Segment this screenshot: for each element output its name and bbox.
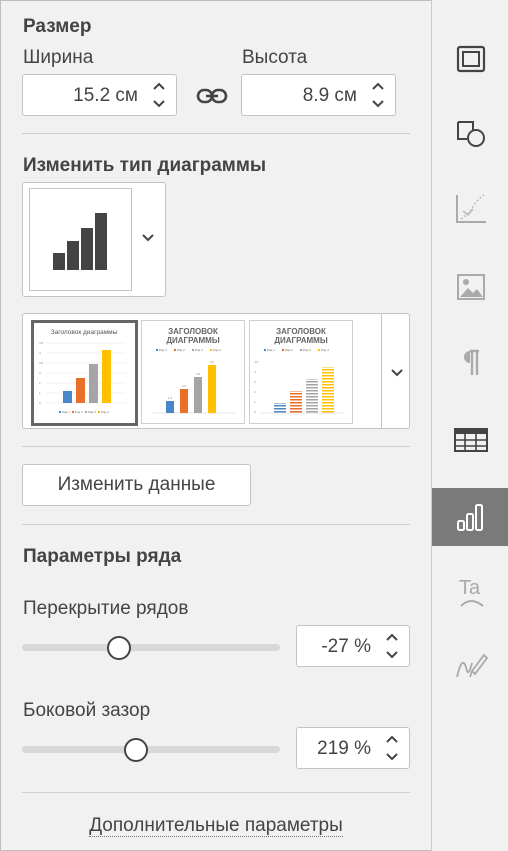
divider	[22, 133, 410, 134]
svg-text:ЗАГОЛОВОК: ЗАГОЛОВОК	[276, 327, 326, 336]
chevron-down-icon[interactable]	[139, 231, 157, 243]
svg-text:ДИАГРАММЫ: ДИАГРАММЫ	[274, 336, 328, 345]
chart-style-1-title: Заголовок диаграммы	[51, 329, 118, 336]
svg-text:1: 1	[39, 391, 41, 395]
svg-text:ДИАГРАММЫ: ДИАГРАММЫ	[166, 336, 220, 345]
svg-text:2,5: 2,5	[182, 384, 187, 388]
gap-value: 219 %	[317, 738, 371, 759]
svg-text:Ряд 4: Ряд 4	[101, 410, 109, 414]
svg-text:3,5: 3,5	[196, 372, 201, 376]
overlap-slider-thumb[interactable]	[107, 636, 131, 660]
series-section-title: Параметры ряда	[23, 546, 182, 567]
svg-text:1,5: 1,5	[168, 396, 173, 400]
height-input[interactable]: 8.9 см	[241, 74, 396, 116]
height-label: Высота	[242, 47, 308, 68]
divider	[22, 446, 410, 447]
text-art-icon	[432, 183, 508, 235]
divider	[22, 792, 410, 793]
gallery-expand-button[interactable]	[381, 314, 411, 428]
svg-text:ЗАГОЛОВОК: ЗАГОЛОВОК	[168, 327, 218, 336]
svg-text:4,5: 4,5	[210, 360, 215, 364]
svg-text:Ряд 2: Ряд 2	[75, 410, 83, 414]
table-settings-icon[interactable]	[432, 414, 508, 466]
chart-type-dropdown[interactable]	[22, 182, 166, 297]
overlap-slider[interactable]	[22, 644, 280, 651]
gap-label: Боковой зазор	[23, 700, 151, 721]
image-settings-icon	[432, 261, 508, 313]
svg-text:0: 0	[254, 410, 256, 414]
gap-input[interactable]: 219 %	[296, 727, 410, 769]
svg-text:2: 2	[254, 390, 256, 394]
gap-slider-thumb[interactable]	[124, 738, 148, 762]
svg-text:Ряд 1: Ряд 1	[159, 348, 167, 352]
svg-text:0: 0	[39, 401, 41, 405]
svg-text:2: 2	[39, 381, 41, 385]
gap-stepper[interactable]	[383, 732, 401, 764]
svg-text:3: 3	[39, 371, 41, 375]
svg-text:Ta: Ta	[459, 577, 481, 599]
svg-text:Ряд 4: Ряд 4	[213, 348, 221, 352]
chart-style-gallery: Заголовок диаграммы 4,5 4 3,5 3 2 1 0 Ряд 1 Ря…	[22, 313, 410, 429]
overlap-value: -27 %	[321, 636, 371, 657]
edit-data-button[interactable]: Изменить данные	[22, 464, 251, 506]
chart-settings-panel: Размер Ширина Высота 15.2 см 8.9 см Изме…	[0, 0, 432, 851]
chart-style-3[interactable]: ЗАГОЛОВОК ДИАГРАММЫ Ряд 1 Ряд 2 Ряд 3 Ря…	[249, 320, 353, 424]
paragraph-settings-icon	[432, 337, 508, 389]
svg-text:1: 1	[254, 400, 256, 404]
advanced-settings-link[interactable]: Дополнительные параметры	[0, 815, 432, 837]
svg-text:Ряд 3: Ряд 3	[88, 410, 96, 414]
chart-style-1[interactable]: Заголовок диаграммы 4,5 4 3,5 3 2 1 0 Ряд 1 Ря…	[31, 320, 138, 426]
shape-settings-icon[interactable]	[432, 108, 508, 160]
column-chart-icon	[53, 213, 107, 270]
height-value: 8.9 см	[302, 85, 357, 106]
svg-text:Ряд 3: Ряд 3	[195, 348, 203, 352]
divider	[22, 524, 410, 525]
svg-text:4: 4	[254, 370, 256, 374]
svg-text:Ряд 4: Ряд 4	[321, 348, 329, 352]
width-label: Ширина	[23, 47, 94, 68]
overlap-stepper[interactable]	[383, 630, 401, 662]
svg-text:3: 3	[254, 380, 256, 384]
advanced-settings-link-text[interactable]: Дополнительные параметры	[89, 815, 343, 837]
chart-settings-icon[interactable]	[432, 488, 508, 546]
width-value: 15.2 см	[73, 85, 138, 106]
signature-settings-icon	[432, 640, 508, 692]
chart-type-preview	[29, 188, 132, 291]
svg-text:4,5: 4,5	[39, 341, 44, 345]
overlap-label: Перекрытие рядов	[23, 598, 189, 619]
chart-style-2[interactable]: ЗАГОЛОВОК ДИАГРАММЫ Ряд 1 Ряд 2 Ряд 3 Ря…	[141, 320, 245, 424]
svg-text:4: 4	[39, 351, 41, 355]
overlap-input[interactable]: -27 %	[296, 625, 410, 667]
svg-text:3,5: 3,5	[39, 361, 44, 365]
svg-text:Ряд 2: Ряд 2	[285, 348, 293, 352]
slide-settings-icon[interactable]	[432, 33, 508, 85]
svg-text:Ряд 1: Ряд 1	[62, 410, 70, 414]
width-input[interactable]: 15.2 см	[22, 74, 177, 116]
link-aspect-icon[interactable]	[196, 84, 228, 108]
text-art-settings-icon: Ta	[432, 565, 508, 617]
width-stepper[interactable]	[150, 79, 168, 111]
chart-type-section-title: Изменить тип диаграммы	[23, 155, 267, 176]
height-stepper[interactable]	[369, 79, 387, 111]
right-settings-rail: Ta	[431, 0, 508, 851]
svg-text:4,5: 4,5	[254, 360, 259, 364]
svg-text:Ряд 1: Ряд 1	[267, 348, 275, 352]
svg-text:Ряд 3: Ряд 3	[303, 348, 311, 352]
gap-slider[interactable]	[22, 746, 280, 753]
chevron-down-icon	[388, 366, 406, 384]
svg-text:Ряд 2: Ряд 2	[177, 348, 185, 352]
size-section-title: Размер	[23, 16, 92, 37]
